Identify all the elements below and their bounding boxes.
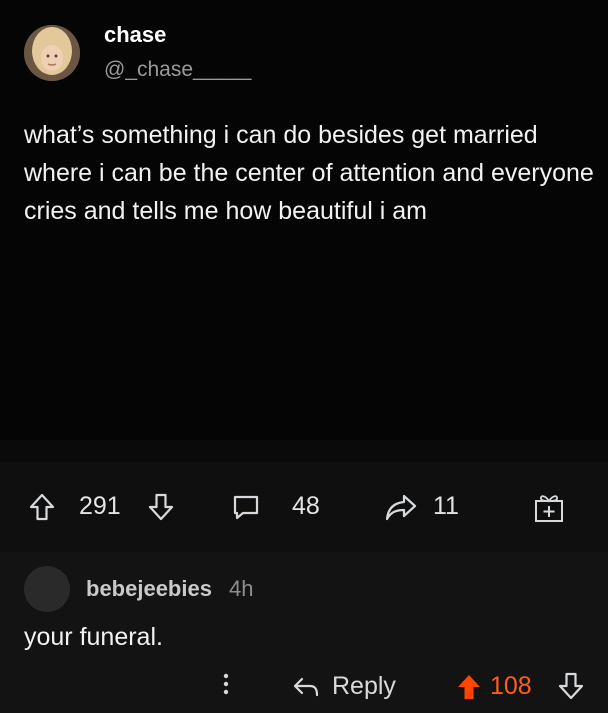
comment-upvote-button[interactable]: 108 bbox=[456, 672, 532, 701]
comment-count: 48 bbox=[292, 492, 320, 520]
reply-arrow-icon bbox=[293, 677, 319, 696]
upvote-filled-icon bbox=[458, 674, 480, 699]
comment-bubble-icon bbox=[233, 495, 259, 520]
vertical-dots-icon bbox=[223, 673, 229, 695]
post-text: what’s something i can do besides get ma… bbox=[24, 121, 594, 225]
post-action-bar: 291 48 11 bbox=[0, 462, 608, 552]
commenter-avatar[interactable] bbox=[24, 566, 70, 612]
downvote-arrow-icon bbox=[558, 672, 584, 700]
reply-label: Reply bbox=[332, 672, 396, 700]
upvote-arrow-icon bbox=[29, 493, 55, 521]
commenter-username[interactable]: bebejeebies bbox=[86, 576, 212, 602]
share-arrow-icon bbox=[385, 494, 417, 521]
comment-text: your funeral. bbox=[24, 623, 163, 651]
share-count: 11 bbox=[433, 492, 459, 520]
comments-button[interactable] bbox=[231, 492, 261, 522]
share-button[interactable] bbox=[384, 492, 418, 522]
comment-score: 108 bbox=[490, 672, 532, 700]
author-avatar[interactable] bbox=[24, 25, 80, 81]
award-button[interactable] bbox=[531, 492, 567, 524]
reply-button[interactable]: Reply bbox=[292, 672, 396, 701]
more-options-button[interactable] bbox=[222, 672, 230, 696]
downvote-button[interactable] bbox=[147, 492, 175, 522]
post-card: chase @_chase_____ what’s something i ca… bbox=[0, 0, 608, 458]
upvote-button[interactable] bbox=[28, 492, 56, 522]
comment-timestamp: 4h bbox=[229, 576, 254, 601]
upvote-count: 291 bbox=[79, 492, 121, 520]
comment: bebejeebies 4h your funeral. Reply 108 bbox=[0, 552, 608, 713]
downvote-arrow-icon bbox=[148, 493, 174, 521]
author-name[interactable]: chase bbox=[104, 22, 166, 48]
gift-award-icon bbox=[535, 495, 563, 522]
comment-downvote-button[interactable] bbox=[558, 672, 584, 700]
author-handle[interactable]: @_chase_____ bbox=[104, 58, 251, 82]
divider bbox=[0, 440, 608, 462]
